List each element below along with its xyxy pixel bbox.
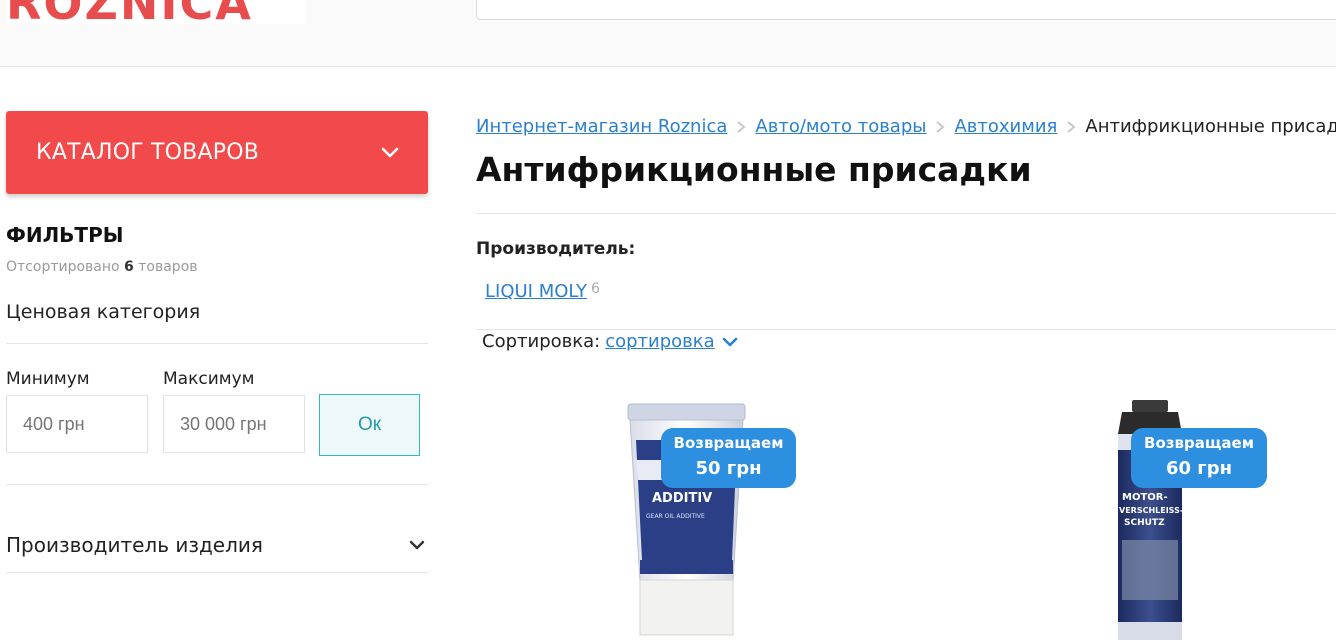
product-card[interactable]: GE ADDITIV GEAR OIL ADDITIVE Возвращаем …: [600, 395, 820, 642]
catalog-button-label: КАТАЛОГ ТОВАРОВ: [36, 140, 259, 165]
cashback-badge: Возвращаем 50 грн: [661, 428, 796, 488]
sort-dropdown[interactable]: сортировка: [605, 331, 714, 352]
sorted-count-note: Отсортировано 6 товаров: [6, 259, 198, 275]
sorted-suffix: товаров: [138, 259, 198, 275]
min-price-label: Минимум: [6, 369, 90, 389]
site-logo[interactable]: ROZNICA: [6, 0, 306, 24]
logo-text: ROZNICA: [6, 0, 253, 24]
manufacturer-link[interactable]: LIQUI MOLY: [485, 281, 587, 302]
min-price-input[interactable]: [6, 395, 148, 453]
manufacturer-filter-toggle[interactable]: Производитель изделия: [6, 530, 428, 560]
manufacturer-count: 6: [591, 281, 600, 297]
breadcrumb: Интернет-магазин Roznica Авто/мото товар…: [476, 116, 1336, 137]
tube-label-3: GEAR OIL ADDITIVE: [646, 513, 705, 520]
manufacturer-label: Производитель:: [476, 239, 636, 259]
chevron-down-icon: [409, 540, 425, 550]
max-price-input[interactable]: [163, 395, 305, 453]
manufacturer-filter-label: Производитель изделия: [6, 533, 263, 557]
chevron-right-icon: [737, 120, 746, 133]
chevron-down-icon: [381, 147, 399, 158]
chevron-right-icon: [936, 120, 946, 133]
divider: [6, 572, 428, 573]
search-input[interactable]: [476, 0, 1336, 20]
divider: [476, 329, 1336, 330]
chevron-right-icon: [1067, 120, 1076, 133]
max-price-label: Максимум: [163, 369, 255, 389]
can-label-2: VERSCHLEISS-: [1119, 506, 1183, 515]
apply-price-button[interactable]: Ок: [319, 394, 420, 456]
breadcrumb-current: Антифрикционные присадки: [1085, 116, 1336, 137]
breadcrumb-link-autochem[interactable]: Автохимия: [954, 116, 1057, 137]
sorted-count: 6: [124, 259, 134, 275]
filters-title: ФИЛЬТРЫ: [6, 223, 124, 247]
breadcrumb-link-home[interactable]: Интернет-магазин Roznica: [476, 116, 727, 137]
chevron-down-icon[interactable]: [721, 333, 739, 351]
cashback-badge-amount: 60 грн: [1165, 458, 1233, 479]
cashback-badge-line1: Возвращаем: [673, 434, 784, 452]
divider: [6, 343, 428, 344]
can-label-3: SCHUTZ: [1124, 518, 1165, 528]
price-category-heading: Ценовая категория: [6, 301, 201, 323]
sorted-prefix: Отсортировано: [6, 259, 120, 275]
breadcrumb-link-auto[interactable]: Авто/мото товары: [755, 116, 926, 137]
cashback-badge-amount: 50 грн: [695, 458, 762, 479]
divider: [476, 213, 1336, 214]
sort-control: Сортировка: сортировка: [482, 331, 739, 352]
can-label-1: MOTOR-: [1122, 492, 1168, 503]
tube-label-2: ADDITIV: [652, 491, 712, 506]
manufacturer-option: LIQUI MOLY 6: [485, 281, 600, 302]
catalog-button[interactable]: КАТАЛОГ ТОВАРОВ: [6, 111, 428, 194]
product-card[interactable]: MOTOR- VERSCHLEISS- SCHUTZ Возвращаем 60…: [1090, 395, 1280, 642]
cashback-badge-line1: Возвращаем: [1144, 434, 1254, 452]
sort-label: Сортировка:: [482, 331, 601, 352]
page-title: Антифрикционные присадки: [476, 150, 1032, 189]
cashback-badge: Возвращаем 60 грн: [1131, 428, 1267, 488]
divider: [6, 484, 428, 485]
site-header: ROZNICA: [0, 0, 1336, 67]
